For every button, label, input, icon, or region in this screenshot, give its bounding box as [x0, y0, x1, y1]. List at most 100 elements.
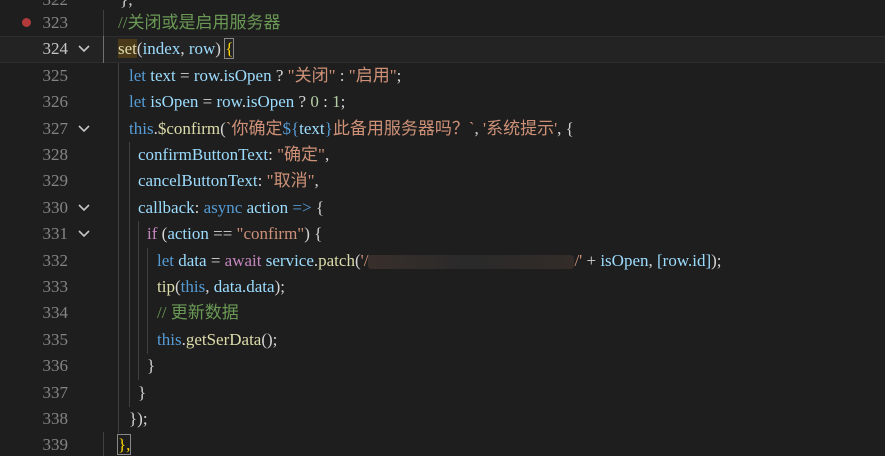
indent-guide [118, 62, 119, 90]
indent-guide [118, 194, 119, 222]
line-code: cancelButtonText: "取消", [138, 171, 319, 191]
line-number: 338 [42, 409, 69, 428]
indent-guide [129, 247, 130, 275]
indent-guide [129, 274, 130, 301]
indent-guide [147, 300, 148, 328]
code-line: 332 let data = await service.patch('//' … [0, 247, 885, 275]
indent-guide [147, 274, 148, 301]
line-number: 331 [42, 224, 69, 244]
line-code: set(index, row) { [118, 38, 235, 60]
code-line: 330 callback: async action => { [0, 194, 885, 222]
indent-guide [118, 89, 119, 117]
matched-bracket: }, [116, 434, 132, 456]
line-code: }; [120, 0, 133, 10]
indent-guide [138, 247, 139, 275]
code-line: 331 if (action == "confirm") { [0, 221, 885, 249]
code-line: 325 let text = row.isOpen ? "关闭" : "启用"; [0, 62, 885, 90]
comment: // 更新数据 [157, 303, 239, 323]
code-line: 327 this.$confirm(`你确定${text}此备用服务器吗？`, … [0, 115, 885, 143]
indent-guide [147, 247, 148, 275]
line-code: // 更新数据 [157, 303, 239, 323]
indent-guide [118, 353, 119, 381]
code-line: 337 } [0, 379, 885, 407]
indent-guide [129, 221, 130, 249]
indent-guide [103, 432, 104, 456]
line-code: let isOpen = row.isOpen ? 0 : 1; [129, 92, 346, 112]
code-line: 323 //关闭或是启用服务器 [0, 10, 885, 37]
indent-guide [118, 142, 119, 169]
matched-bracket: { [224, 38, 235, 60]
indent-guide [138, 326, 139, 354]
indent-guide [103, 10, 104, 37]
indent-guide [118, 274, 119, 301]
line-number: 339 [42, 435, 69, 455]
code-line: 328 confirmButtonText: "确定", [0, 142, 885, 169]
line-number: 324 [42, 39, 69, 59]
indent-guide [129, 142, 130, 169]
code-line: 326 let isOpen = row.isOpen ? 0 : 1; [0, 89, 885, 117]
comment: //关闭或是启用服务器 [118, 13, 281, 32]
indent-guide [129, 300, 130, 328]
indent-guide [147, 326, 148, 354]
line-number: 337 [42, 382, 69, 402]
line-number: 322 [30, 0, 69, 10]
indent-guide [129, 194, 130, 222]
code-line-current: 324 set(index, row) { [0, 36, 885, 64]
code-line: 339 }, [0, 432, 885, 456]
indent-guide [118, 115, 119, 143]
line-number: 326 [42, 92, 69, 112]
indent-guide [138, 274, 139, 301]
indent-guide [129, 379, 130, 407]
code-line: 338 }); [0, 406, 885, 433]
line-number: 332 [42, 250, 69, 270]
line-code: tip(this, data.data); [157, 277, 285, 296]
method-name: set [118, 39, 137, 59]
fold-chevron-icon[interactable] [76, 226, 92, 242]
line-number: 329 [42, 171, 69, 191]
line-number: 327 [42, 118, 69, 138]
line-code: }, [116, 434, 132, 456]
line-code: this.$confirm(`你确定${text}此备用服务器吗？`, '系统提… [129, 118, 574, 138]
line-code: if (action == "confirm") { [147, 224, 323, 244]
code-line: 334 // 更新数据 [0, 300, 885, 328]
fold-chevron-icon[interactable] [76, 200, 92, 216]
code-editor[interactable]: 322 }; 323 //关闭或是启用服务器 324 set(index, ro… [0, 0, 885, 456]
line-number: 325 [42, 65, 69, 85]
line-code: let text = row.isOpen ? "关闭" : "启用"; [129, 65, 402, 85]
indent-guide [103, 36, 104, 64]
indent-guide [118, 221, 119, 249]
line-number: 334 [42, 303, 69, 323]
indent-guide [138, 300, 139, 328]
indent-guide [138, 353, 139, 381]
indent-guide [118, 379, 119, 407]
indent-guide [129, 326, 130, 354]
code-line: 329 cancelButtonText: "取消", [0, 168, 885, 196]
fold-chevron-icon[interactable] [76, 121, 92, 137]
line-code: } [147, 356, 156, 376]
indent-guide [118, 300, 119, 328]
line-number: 323 [42, 13, 69, 32]
line-number: 328 [42, 145, 69, 164]
indent-guide [118, 168, 119, 196]
indent-guide [118, 406, 119, 433]
code-line: 333 tip(this, data.data); [0, 274, 885, 301]
indent-guide [129, 353, 130, 381]
line-code: confirmButtonText: "确定", [138, 145, 330, 164]
redacted-url [368, 254, 575, 269]
code-line: 336 } [0, 353, 885, 381]
indent-guide [138, 221, 139, 249]
line-code: this.getSerData(); [157, 329, 278, 349]
line-number: 335 [42, 329, 69, 349]
line-number: 333 [42, 277, 69, 296]
code-line: 335 this.getSerData(); [0, 326, 885, 354]
indent-guide [129, 168, 130, 196]
line-code: let data = await service.patch('//' + is… [157, 250, 722, 270]
fold-chevron-icon[interactable] [76, 41, 92, 57]
line-code: } [138, 382, 147, 402]
indent-guide [118, 326, 119, 354]
line-code: }); [129, 409, 148, 428]
indent-guide [118, 247, 119, 275]
line-number: 330 [42, 197, 69, 217]
line-code: //关闭或是启用服务器 [118, 13, 280, 33]
line-code: callback: async action => { [138, 197, 324, 217]
